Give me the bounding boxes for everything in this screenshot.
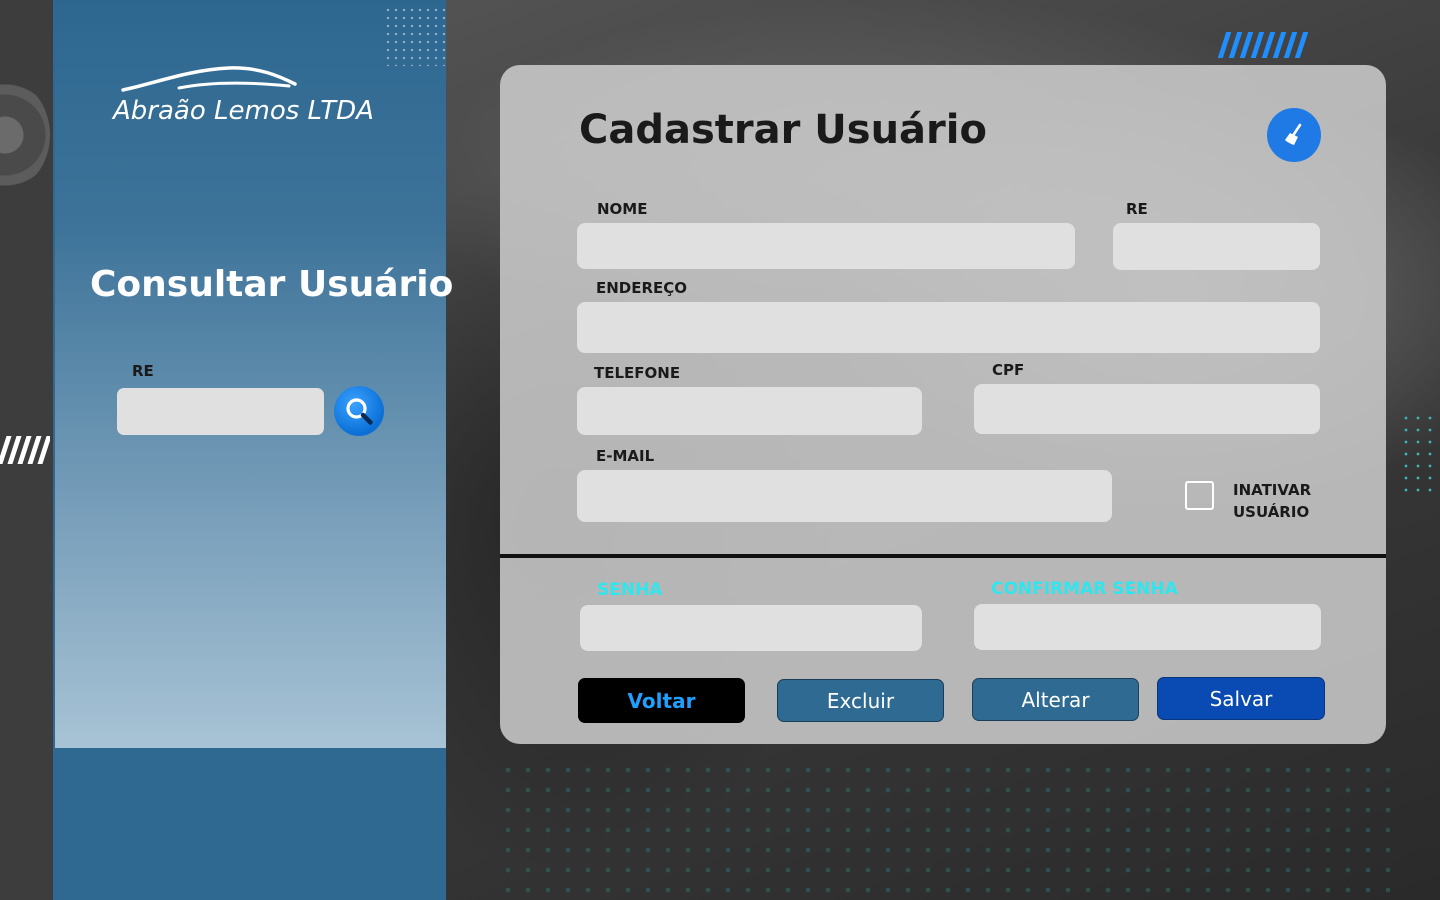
nome-input[interactable] — [577, 223, 1075, 269]
nome-label: NOME — [597, 200, 648, 218]
search-icon — [346, 398, 373, 425]
email-input[interactable] — [577, 470, 1112, 522]
section-divider — [500, 554, 1386, 558]
confirmar-senha-input[interactable] — [974, 604, 1321, 650]
endereco-label: ENDEREÇO — [596, 279, 688, 297]
re-input[interactable] — [1113, 223, 1320, 270]
telefone-label: TELEFONE — [594, 364, 681, 382]
search-button[interactable] — [334, 386, 384, 436]
voltar-button[interactable]: Voltar — [578, 678, 745, 723]
endereco-input[interactable] — [577, 302, 1320, 353]
car-silhouette-icon — [121, 66, 297, 92]
user-form-card: Cadastrar Usuário NOME RE ENDEREÇO TELEF… — [500, 65, 1386, 744]
cpf-label: CPF — [992, 361, 1025, 379]
company-name: Abraão Lemos LTDA — [113, 96, 374, 126]
excluir-button[interactable]: Excluir — [777, 679, 944, 722]
sidebar-re-input[interactable] — [117, 388, 324, 435]
inactivate-user-checkbox[interactable] — [1185, 481, 1214, 510]
dots-decoration-right — [1400, 412, 1440, 492]
senha-input[interactable] — [580, 605, 922, 651]
re-label: RE — [1126, 200, 1148, 218]
cpf-input[interactable] — [974, 384, 1320, 434]
telefone-input[interactable] — [577, 387, 922, 435]
email-label: E-MAIL — [596, 447, 655, 465]
blue-stripes-decoration — [1218, 32, 1310, 58]
confirmar-senha-label: CONFIRMAR SENHA — [991, 579, 1178, 599]
clear-form-button[interactable] — [1267, 108, 1321, 162]
inactivate-user-label: INATIVAR USUÁRIO — [1233, 481, 1312, 521]
dots-decoration-bottom — [498, 760, 1390, 900]
broom-icon — [1285, 123, 1302, 145]
dots-decoration-top — [384, 6, 446, 66]
white-stripes-decoration — [0, 436, 50, 464]
alterar-button[interactable]: Alterar — [972, 678, 1139, 721]
sidebar-title: Consultar Usuário — [90, 264, 454, 305]
sidebar: Abraão Lemos LTDA Consultar Usuário RE — [53, 0, 453, 900]
senha-label: SENHA — [597, 580, 663, 600]
page-title: Cadastrar Usuário — [579, 107, 987, 153]
salvar-button[interactable]: Salvar — [1157, 677, 1325, 720]
company-logo: Abraão Lemos LTDA — [113, 64, 413, 134]
sidebar-re-label: RE — [132, 362, 154, 380]
wheel-decoration — [0, 80, 50, 190]
